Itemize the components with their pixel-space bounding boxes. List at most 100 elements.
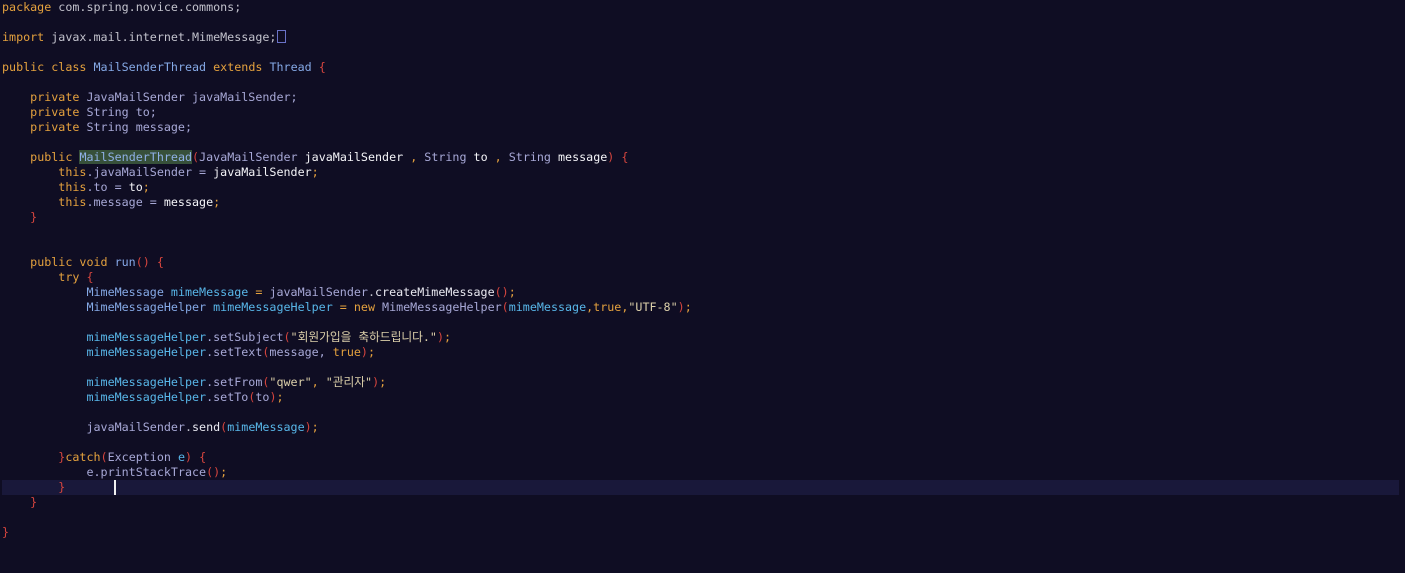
- code-token: package: [2, 0, 52, 14]
- code-token: to: [473, 150, 488, 164]
- code-token: ;: [311, 420, 319, 434]
- code-token: mimeMessage: [170, 285, 249, 299]
- code-token: JavaMailSender javaMailSender;: [79, 90, 298, 104]
- code-token: String to;: [79, 105, 157, 119]
- code-token: mimeMessageHelper: [86, 375, 207, 389]
- code-token: send: [192, 420, 221, 434]
- code-token: String message;: [79, 120, 193, 134]
- code-line[interactable]: MimeMessage mimeMessage = javaMailSender…: [2, 285, 515, 300]
- code-token: catch: [65, 450, 101, 464]
- code-line[interactable]: try {: [2, 270, 93, 285]
- code-token: extends: [213, 60, 263, 74]
- code-token: mimeMessageHelper: [86, 390, 207, 404]
- code-line[interactable]: private String message;: [2, 120, 192, 135]
- code-token: }: [30, 210, 38, 224]
- code-token: {: [156, 255, 164, 269]
- code-token: MailSenderThread: [79, 150, 193, 164]
- code-token: {: [621, 150, 629, 164]
- code-token: ,: [311, 375, 326, 389]
- code-line[interactable]: MimeMessageHelper mimeMessageHelper = ne…: [2, 300, 692, 315]
- code-token: javaMailSender: [269, 285, 368, 299]
- code-editor[interactable]: package com.spring.novice.commons; import…: [0, 0, 1405, 573]
- code-token: (): [494, 285, 509, 299]
- code-line[interactable]: e.printStackTrace();: [2, 465, 227, 480]
- code-token: true: [332, 345, 361, 359]
- code-token: this: [58, 165, 87, 179]
- code-token: .javaMailSender =: [86, 165, 214, 179]
- code-line[interactable]: import javax.mail.internet.MimeMessage;: [2, 30, 287, 45]
- code-line[interactable]: javaMailSender.send(mimeMessage);: [2, 420, 319, 435]
- code-line[interactable]: }: [2, 525, 9, 540]
- code-line[interactable]: mimeMessageHelper.setSubject("회원가입을 축하드립…: [2, 330, 451, 345]
- code-token: true: [593, 300, 622, 314]
- code-token: JavaMailSender: [199, 150, 305, 164]
- code-token: (): [135, 255, 150, 269]
- code-token: =: [332, 300, 354, 314]
- fold-expand-icon[interactable]: [277, 30, 287, 43]
- code-token: e.printStackTrace: [86, 465, 207, 479]
- code-token: "qwer": [269, 375, 312, 389]
- code-token: ;: [220, 465, 228, 479]
- code-line[interactable]: private JavaMailSender javaMailSender;: [2, 90, 298, 105]
- code-token: message: [558, 150, 608, 164]
- code-line[interactable]: mimeMessageHelper.setTo(to);: [2, 390, 284, 405]
- code-line[interactable]: }: [2, 210, 37, 225]
- code-line[interactable]: this.javaMailSender = javaMailSender;: [2, 165, 318, 180]
- code-token: ;: [276, 390, 284, 404]
- code-token: MimeMessageHelper: [375, 300, 502, 314]
- code-token: mimeMessageHelper: [86, 330, 207, 344]
- code-line[interactable]: this.message = message;: [2, 195, 220, 210]
- code-token: to: [128, 180, 143, 194]
- code-line[interactable]: }catch(Exception e) {: [2, 450, 206, 465]
- code-token: .setText: [206, 345, 263, 359]
- code-line[interactable]: }: [2, 495, 37, 510]
- code-token: {: [199, 450, 207, 464]
- code-token: javaMailSender: [86, 420, 185, 434]
- code-token: import: [2, 30, 45, 44]
- code-token: }: [30, 495, 38, 509]
- code-token: MailSenderThread: [93, 60, 207, 74]
- code-token: ): [304, 420, 312, 434]
- code-token: (: [100, 450, 108, 464]
- code-line[interactable]: public MailSenderThread(JavaMailSender j…: [2, 150, 628, 165]
- code-line[interactable]: mimeMessageHelper.setText(message, true)…: [2, 345, 375, 360]
- code-token: Exception: [107, 450, 178, 464]
- code-line[interactable]: public class MailSenderThread extends Th…: [2, 60, 326, 75]
- code-token: mimeMessage: [227, 420, 305, 434]
- code-line[interactable]: }: [2, 480, 65, 495]
- code-token: ,: [403, 150, 425, 164]
- code-token: public void: [30, 255, 108, 269]
- code-line[interactable]: private String to;: [2, 105, 157, 120]
- current-line-highlight: [2, 480, 1399, 495]
- code-line[interactable]: this.to = to;: [2, 180, 150, 195]
- code-token: try: [58, 270, 80, 284]
- text-caret: [114, 480, 116, 495]
- code-token: ;: [142, 180, 150, 194]
- code-token: mimeMessageHelper: [213, 300, 333, 314]
- code-token: this: [58, 180, 87, 194]
- code-line[interactable]: mimeMessageHelper.setFrom("qwer", "관리자")…: [2, 375, 386, 390]
- code-token: private: [30, 120, 80, 134]
- code-token: (): [206, 465, 221, 479]
- code-token: ;: [684, 300, 692, 314]
- code-token: message: [163, 195, 214, 209]
- code-token: MimeMessage: [86, 285, 171, 299]
- code-line[interactable]: package com.spring.novice.commons;: [2, 0, 241, 15]
- code-token: public: [30, 150, 73, 164]
- code-token: (: [283, 330, 291, 344]
- code-token: {: [318, 60, 326, 74]
- code-line[interactable]: public void run() {: [2, 255, 164, 270]
- code-token: public class: [2, 60, 87, 74]
